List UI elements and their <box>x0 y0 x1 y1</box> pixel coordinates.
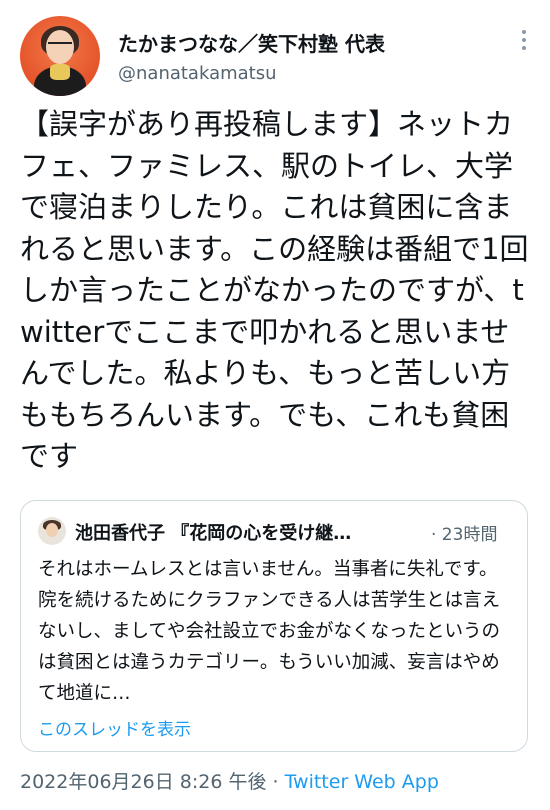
author-handle[interactable]: @nanatakamatsu <box>118 63 277 84</box>
quoted-tweet[interactable]: 池田香代子 『花岡の心を受け継… · 23時間 それはホームレスとは言いません。… <box>20 500 528 752</box>
author-avatar[interactable] <box>20 16 100 96</box>
tweet-text: 【誤字があり再投稿します】ネットカフェ、ファミレス、駅のトイレ、大学で寝泊まりし… <box>20 107 529 473</box>
quoted-author-avatar <box>38 517 66 545</box>
more-options-icon[interactable] <box>520 30 528 54</box>
quoted-author-name: 池田香代子 『花岡の心を受け継… <box>75 523 352 544</box>
meta-separator: · <box>266 771 285 793</box>
tweet-source-app[interactable]: Twitter Web App <box>285 771 439 793</box>
author-display-name[interactable]: たかまつなな／笑下村塾 代表 <box>118 28 385 57</box>
quoted-tweet-time: · 23時間 <box>431 525 498 545</box>
tweet-datetime[interactable]: 2022年06月26日 8:26 午後 <box>20 771 266 793</box>
quoted-tweet-text: それはホームレスとは言いません。当事者に失礼です。院を続けるためにクラファンでき… <box>38 559 501 704</box>
tweet-header: たかまつなな／笑下村塾 代表 @nanatakamatsu <box>0 0 550 110</box>
tweet-meta: 2022年06月26日 8:26 午後 · Twitter Web App <box>20 767 439 794</box>
show-thread-link[interactable]: このスレッドを表示 <box>38 715 191 740</box>
